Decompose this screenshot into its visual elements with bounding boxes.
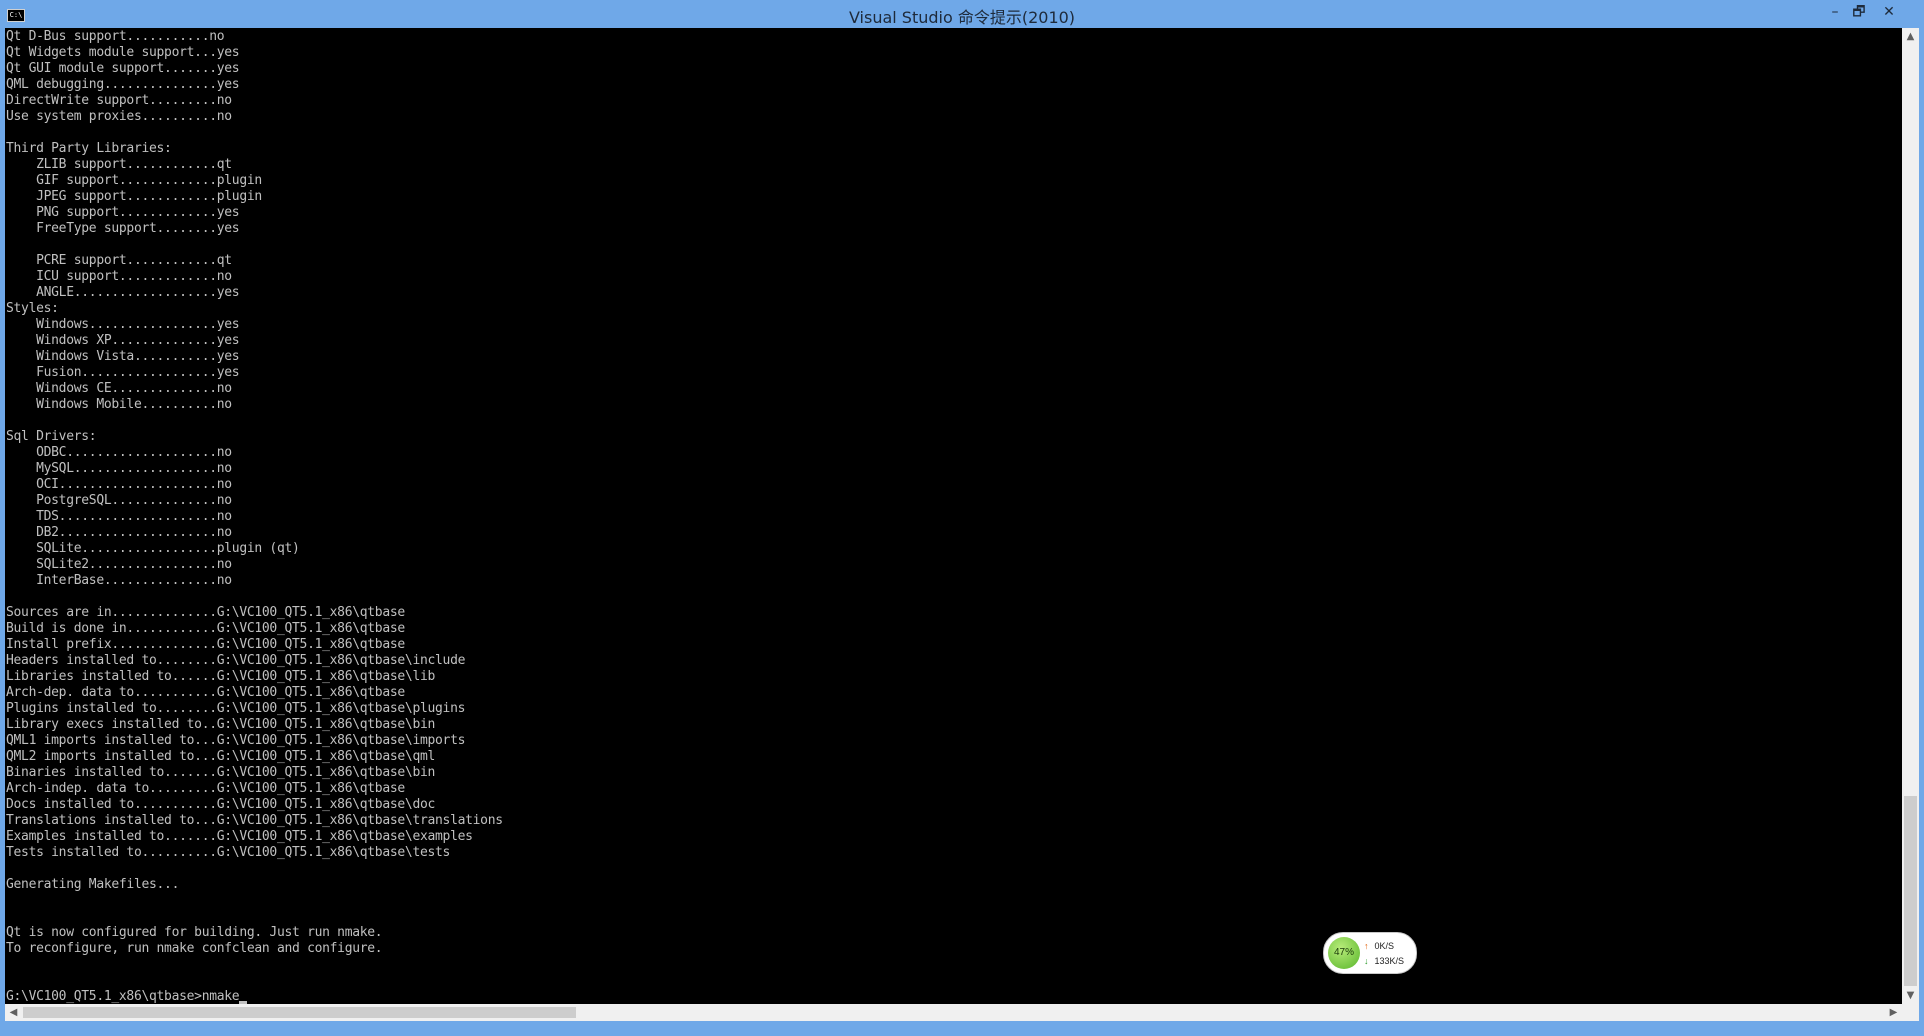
console-line: Examples installed to.......G:\VC100_QT5… — [6, 829, 473, 844]
console-line: SQLite..................plugin (qt) — [6, 541, 300, 556]
console-line: ANGLE...................yes — [6, 285, 240, 300]
scroll-left-arrow-icon[interactable]: ◀ — [5, 1004, 22, 1021]
console-line: QML1 imports installed to...G:\VC100_QT5… — [6, 733, 466, 748]
console-line: ICU support.............no — [6, 269, 232, 284]
console-line: QML2 imports installed to...G:\VC100_QT5… — [6, 749, 436, 764]
maximize-button[interactable]: 🗗 — [1846, 2, 1872, 22]
download-row: ↓ 133K/S — [1364, 954, 1414, 968]
console-line: PNG support.............yes — [6, 205, 240, 220]
title-bar[interactable]: C:\ Visual Studio 命令提示(2010) – 🗗 ✕ — [0, 0, 1924, 28]
console-line: DB2.....................no — [6, 525, 232, 540]
download-arrow-icon: ↓ — [1364, 956, 1369, 966]
console-line: Plugins installed to........G:\VC100_QT5… — [6, 701, 466, 716]
console-line: Qt GUI module support.......yes — [6, 61, 240, 76]
console-line: Windows Vista...........yes — [6, 349, 240, 364]
console-line: Binaries installed to.......G:\VC100_QT5… — [6, 765, 436, 780]
console-line: GIF support.............plugin — [6, 173, 262, 188]
console-line: Docs installed to...........G:\VC100_QT5… — [6, 797, 436, 812]
console-line: JPEG support............plugin — [6, 189, 262, 204]
console-line: PCRE support............qt — [6, 253, 232, 268]
upload-speed: 0K/S — [1374, 941, 1395, 951]
console-window: C:\ Visual Studio 命令提示(2010) – 🗗 ✕ Qt D-… — [0, 0, 1924, 1036]
console-line: DirectWrite support.........no — [6, 93, 232, 108]
console-line: TDS.....................no — [6, 509, 232, 524]
console-line: Use system proxies..........no — [6, 109, 232, 124]
console-line: Build is done in............G:\VC100_QT5… — [6, 621, 405, 636]
console-line: Windows CE..............no — [6, 381, 232, 396]
command-prompt-line: G:\VC100_QT5.1_x86\qtbase>nmake — [6, 989, 248, 1004]
console-line: Translations installed to...G:\VC100_QT5… — [6, 813, 503, 828]
vertical-scroll-thumb[interactable] — [1904, 796, 1917, 986]
console-line: To reconfigure, run nmake confclean and … — [6, 941, 383, 956]
console-line: Headers installed to........G:\VC100_QT5… — [6, 653, 466, 668]
scrollbar-corner — [1902, 1004, 1919, 1021]
horizontal-scroll-thumb[interactable] — [23, 1007, 576, 1018]
console-line: PostgreSQL..............no — [6, 493, 232, 508]
upload-arrow-icon: ↑ — [1364, 941, 1369, 951]
upload-row: ↑ 0K/S — [1364, 939, 1414, 953]
console-line: ZLIB support............qt — [6, 157, 232, 172]
console-line: Third Party Libraries: — [6, 141, 172, 156]
console-line: Library execs installed to..G:\VC100_QT5… — [6, 717, 436, 732]
minimize-button[interactable]: – — [1822, 2, 1848, 22]
console-line: SQLite2.................no — [6, 557, 232, 572]
console-line: ODBC....................no — [6, 445, 232, 460]
console-line: Qt is now configured for building. Just … — [6, 925, 383, 940]
console-line: OCI.....................no — [6, 477, 232, 492]
scroll-down-arrow-icon[interactable]: ▼ — [1902, 987, 1919, 1004]
console-line: QML debugging...............yes — [6, 77, 240, 92]
console-line: Install prefix..............G:\VC100_QT5… — [6, 637, 405, 652]
cpu-usage-ball: 47% — [1328, 937, 1360, 969]
console-line: Libraries installed to......G:\VC100_QT5… — [6, 669, 436, 684]
console-line: FreeType support........yes — [6, 221, 240, 236]
console-line: Qt D-Bus support...........no — [6, 29, 225, 44]
window-title: Visual Studio 命令提示(2010) — [848, 8, 1076, 27]
console-line: Qt Widgets module support...yes — [6, 45, 240, 60]
console-line: Generating Makefiles... — [6, 877, 180, 892]
console-line: Windows XP..............yes — [6, 333, 240, 348]
console-output[interactable]: Qt D-Bus support...........no Qt Widgets … — [5, 28, 1902, 1004]
horizontal-scrollbar[interactable]: ◀ ▶ — [5, 1004, 1902, 1021]
console-line: Arch-dep. data to...........G:\VC100_QT5… — [6, 685, 405, 700]
network-monitor-widget[interactable]: 47% ↑ 0K/S ↓ 133K/S — [1323, 932, 1417, 974]
console-line: Fusion..................yes — [6, 365, 240, 380]
console-line: Sql Drivers: — [6, 429, 97, 444]
console-line: Sources are in..............G:\VC100_QT5… — [6, 605, 405, 620]
console-line: MySQL...................no — [6, 461, 232, 476]
scroll-right-arrow-icon[interactable]: ▶ — [1885, 1004, 1902, 1021]
console-line: InterBase...............no — [6, 573, 232, 588]
close-button[interactable]: ✕ — [1876, 2, 1902, 22]
console-line: Styles: — [6, 301, 59, 316]
vertical-scrollbar[interactable]: ▲ ▼ — [1902, 28, 1919, 1004]
scroll-up-arrow-icon[interactable]: ▲ — [1902, 28, 1919, 45]
console-line: Windows Mobile..........no — [6, 397, 232, 412]
console-line: Windows.................yes — [6, 317, 240, 332]
download-speed: 133K/S — [1374, 956, 1405, 966]
console-line: Tests installed to..........G:\VC100_QT5… — [6, 845, 451, 860]
console-line: Arch-indep. data to.........G:\VC100_QT5… — [6, 781, 405, 796]
